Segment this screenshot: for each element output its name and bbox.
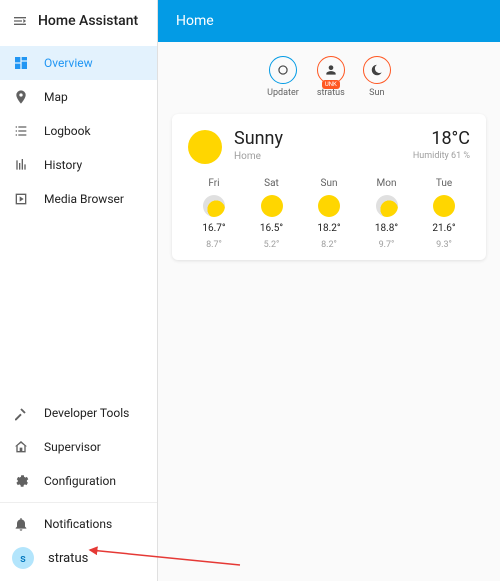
weather-readout: 18°C Humidity 61 % — [413, 128, 470, 161]
nav-label: Notifications — [44, 517, 112, 531]
avatar: s — [12, 547, 34, 569]
bell-icon — [12, 516, 30, 532]
moon-icon — [363, 56, 391, 84]
nav-notifications[interactable]: Notifications — [0, 507, 157, 541]
forecast-low: 9.3° — [436, 240, 452, 250]
badge-label: Updater — [267, 88, 299, 98]
forecast-day-label: Tue — [436, 178, 452, 189]
weather-temperature: 18°C — [413, 128, 470, 149]
brand-title: Home Assistant — [38, 13, 138, 29]
forecast-low: 5.2° — [264, 240, 280, 250]
nav-supervisor[interactable]: Supervisor — [0, 430, 157, 464]
dashboard-icon — [12, 55, 30, 71]
sunny-icon — [433, 195, 455, 217]
forecast-high: 21.6° — [432, 223, 455, 234]
nav-label: Media Browser — [44, 192, 124, 206]
play-box-icon — [12, 191, 30, 207]
forecast-high: 18.2° — [317, 223, 340, 234]
hammer-icon — [12, 405, 30, 421]
nav-label: Supervisor — [44, 440, 101, 454]
partly-cloudy-icon — [203, 195, 225, 217]
nav-label: Logbook — [44, 124, 91, 138]
menu-collapse-icon[interactable] — [12, 13, 28, 29]
user-name: stratus — [48, 551, 88, 566]
forecast-day-label: Sat — [264, 178, 279, 189]
weather-card[interactable]: Sunny Home 18°C Humidity 61 % Fri 16.7° 8.… — [172, 114, 486, 260]
forecast-low: 9.7° — [379, 240, 395, 250]
partly-cloudy-icon — [376, 195, 398, 217]
weather-condition: Sunny — [234, 128, 283, 149]
nav-tools: Developer Tools Supervisor Configuration — [0, 390, 157, 498]
chart-icon — [12, 157, 30, 173]
forecast-day: Tue 21.6° 9.3° — [418, 178, 470, 250]
nav-label: History — [44, 158, 82, 172]
weather-title-block: Sunny Home — [234, 128, 283, 162]
sidebar: Home Assistant Overview Map Logbook Hist… — [0, 0, 158, 581]
sunny-icon — [261, 195, 283, 217]
forecast-high: 18.8° — [375, 223, 398, 234]
page-title: Home — [176, 13, 214, 29]
home-assistant-icon — [12, 439, 30, 455]
forecast-high: 16.5° — [260, 223, 283, 234]
badge-label: Sun — [369, 88, 384, 98]
topbar: Home — [158, 0, 500, 42]
forecast-day: Sat 16.5° 5.2° — [246, 178, 298, 250]
main: Home Updater UNK stratus Sun — [158, 0, 500, 581]
nav-label: Developer Tools — [44, 406, 129, 420]
person-icon: UNK — [317, 56, 345, 84]
sunny-icon — [318, 195, 340, 217]
forecast-day-label: Fri — [208, 178, 219, 189]
app-root: Home Assistant Overview Map Logbook Hist… — [0, 0, 500, 581]
nav-label: Map — [44, 90, 68, 104]
forecast-low: 8.2° — [321, 240, 337, 250]
forecast-day-label: Mon — [377, 178, 397, 189]
sidebar-header: Home Assistant — [0, 0, 157, 42]
forecast-day: Mon 18.8° 9.7° — [361, 178, 413, 250]
badge-row: Updater UNK stratus Sun — [158, 42, 500, 106]
weather-location: Home — [234, 151, 283, 162]
nav-label: Overview — [44, 56, 93, 70]
nav-primary: Overview Map Logbook History Media Brows… — [0, 42, 157, 390]
nav-logbook[interactable]: Logbook — [0, 114, 157, 148]
badge-sun[interactable]: Sun — [363, 56, 391, 98]
list-icon — [12, 123, 30, 139]
user-menu[interactable]: s stratus — [0, 541, 157, 575]
weather-humidity: Humidity 61 % — [413, 151, 470, 161]
nav-map[interactable]: Map — [0, 80, 157, 114]
sun-icon — [188, 130, 222, 164]
weather-header: Sunny Home 18°C Humidity 61 % — [188, 128, 470, 164]
nav-label: Configuration — [44, 474, 116, 488]
forecast-high: 16.7° — [202, 223, 225, 234]
gear-icon — [12, 473, 30, 489]
forecast-day-label: Sun — [321, 178, 338, 189]
nav-devtools[interactable]: Developer Tools — [0, 396, 157, 430]
nav-overview[interactable]: Overview — [0, 46, 157, 80]
nav-history[interactable]: History — [0, 148, 157, 182]
forecast-day: Fri 16.7° 8.7° — [188, 178, 240, 250]
forecast-row: Fri 16.7° 8.7° Sat 16.5° 5.2° Sun 18.2° 8.2° Mon 1… — [188, 178, 470, 250]
forecast-day: Sun 18.2° 8.2° — [303, 178, 355, 250]
circle-icon — [269, 56, 297, 84]
divider — [0, 502, 157, 503]
badge-updater[interactable]: Updater — [267, 56, 299, 98]
badge-stratus[interactable]: UNK stratus — [317, 56, 345, 98]
nav-config[interactable]: Configuration — [0, 464, 157, 498]
badge-label: stratus — [317, 88, 345, 98]
badge-chip: UNK — [322, 80, 340, 89]
map-icon — [12, 89, 30, 105]
forecast-low: 8.7° — [206, 240, 222, 250]
nav-media[interactable]: Media Browser — [0, 182, 157, 216]
